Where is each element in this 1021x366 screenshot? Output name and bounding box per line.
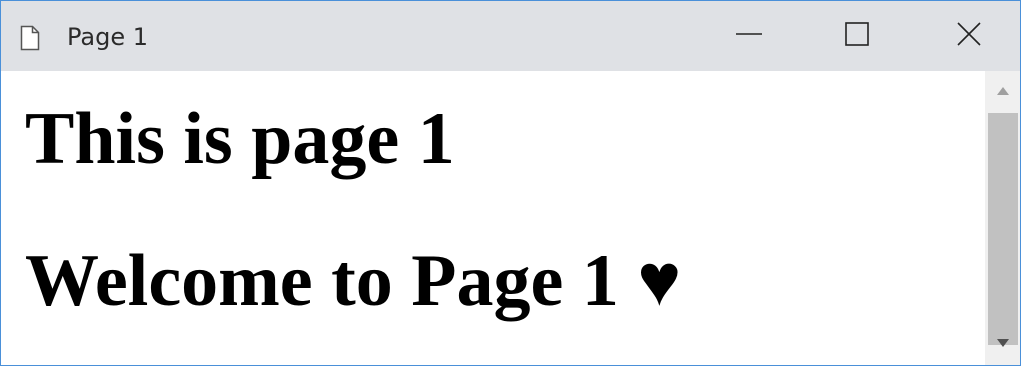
close-icon xyxy=(954,19,984,54)
minimize-icon xyxy=(734,19,764,54)
window-title: Page 1 xyxy=(67,23,148,51)
scroll-thumb[interactable] xyxy=(988,113,1018,345)
page-heading: This is page 1 xyxy=(25,98,455,180)
minimize-button[interactable] xyxy=(719,1,779,71)
title-bar[interactable]: Page 1 xyxy=(1,1,1020,71)
page-content: This is page 1 Welcome to Page 1 ♥ xyxy=(1,71,985,365)
welcome-heading: Welcome to Page 1 ♥ xyxy=(25,240,682,322)
vertical-scrollbar[interactable] xyxy=(985,71,1020,365)
scroll-up-icon xyxy=(996,83,1010,101)
page-icon xyxy=(20,25,40,51)
close-button[interactable] xyxy=(939,1,999,71)
scroll-down-icon xyxy=(996,335,1010,353)
scroll-up-button[interactable] xyxy=(985,77,1020,107)
scroll-down-button[interactable] xyxy=(985,329,1020,359)
maximize-button[interactable] xyxy=(827,1,887,71)
browser-window: Page 1 This is page 1 Welcome to Page 1 … xyxy=(0,0,1021,366)
maximize-icon xyxy=(842,19,872,54)
